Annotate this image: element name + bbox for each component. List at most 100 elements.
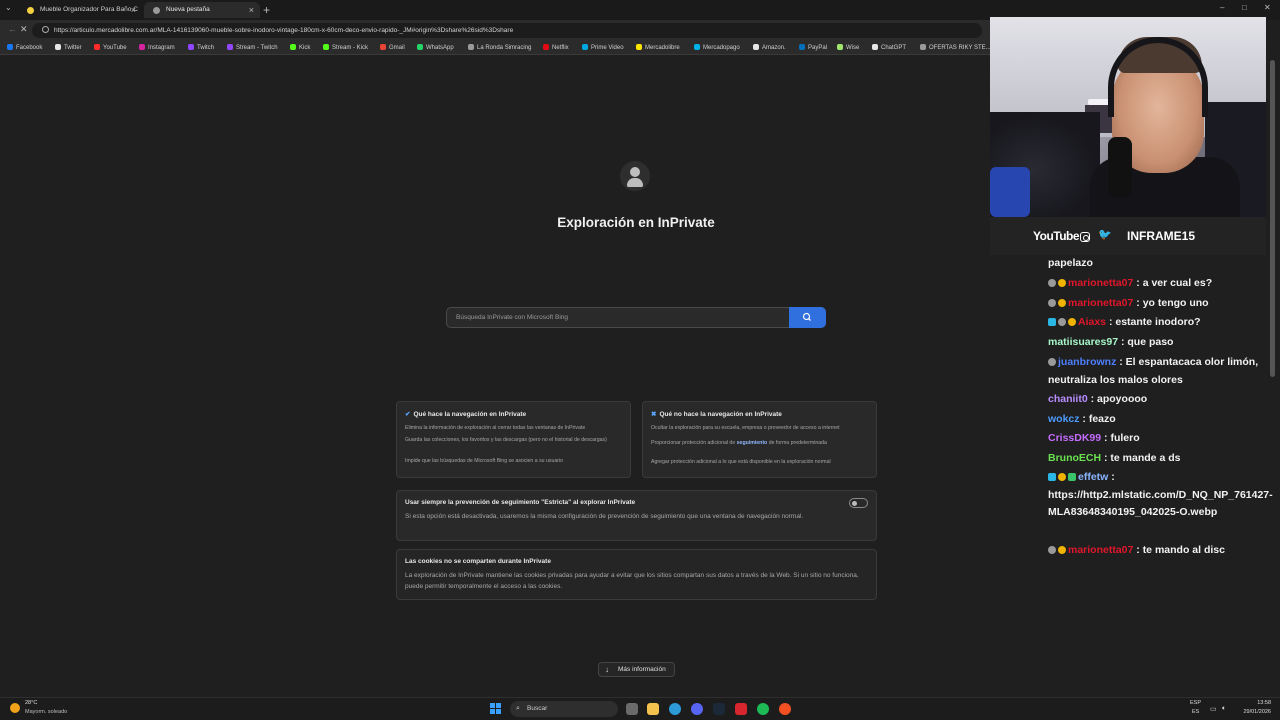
app-icon[interactable] xyxy=(735,703,747,715)
bing-search-box[interactable]: Búsqueda InPrivate con Microsoft Bing xyxy=(446,307,826,328)
bookmark-item[interactable]: La Ronda Simracing xyxy=(468,42,531,54)
arrow-down-icon: ↓ xyxy=(605,665,609,674)
bookmark-item[interactable]: Mercadopago xyxy=(694,42,740,54)
tab-label: Nueva pestaña xyxy=(166,6,210,13)
chat-username[interactable]: Aiaxs xyxy=(1078,316,1106,328)
chat-text: : feazo xyxy=(1079,413,1116,425)
bookmark-label: Facebook xyxy=(16,45,43,51)
windows-taskbar: 28°C Mayorm. soleado ⌕ Buscar ESP ES ▭ 🔈… xyxy=(0,697,1280,720)
bookmark-favicon-icon xyxy=(323,44,329,50)
steam-icon[interactable] xyxy=(713,703,725,715)
chat-username[interactable]: effetw xyxy=(1078,471,1108,483)
chat-username[interactable]: marionetta07 xyxy=(1068,544,1133,556)
bookmark-item[interactable]: Wise xyxy=(837,42,859,54)
weather-description[interactable]: Mayorm. soleado xyxy=(25,709,67,715)
strict-tracking-toggle[interactable] xyxy=(849,498,868,508)
bookmark-item[interactable]: Netflix xyxy=(543,42,569,54)
sun-icon[interactable] xyxy=(10,703,20,713)
bookmark-item[interactable]: Instagram xyxy=(139,42,175,54)
network-icon[interactable]: ▭ xyxy=(1210,705,1217,713)
bookmark-favicon-icon xyxy=(139,44,145,50)
search-button[interactable] xyxy=(789,307,826,328)
bookmark-item[interactable]: WhatsApp xyxy=(417,42,454,54)
volume-icon[interactable]: 🔈︎ xyxy=(1222,705,1226,713)
clock-date[interactable]: 29/01/2026 xyxy=(1235,709,1271,715)
new-tab-button[interactable]: + xyxy=(263,2,270,18)
badge-icon xyxy=(1048,546,1056,554)
obs-icon[interactable] xyxy=(779,703,791,715)
weather-temperature[interactable]: 28°C xyxy=(25,700,37,706)
chat-message: juanbrownz : El espantacaca olor limón, … xyxy=(1048,354,1262,389)
bookmark-label: Mercadopago xyxy=(703,45,740,51)
edge-icon[interactable] xyxy=(669,703,681,715)
chat-username[interactable]: matiisuares97 xyxy=(1048,336,1118,348)
more-info-button[interactable]: ↓ Más información xyxy=(598,662,675,677)
tracking-link[interactable]: seguimiento xyxy=(737,440,768,446)
bookmark-item[interactable]: Facebook xyxy=(7,42,42,54)
bookmark-favicon-icon xyxy=(290,44,296,50)
bookmark-item[interactable]: Twitch xyxy=(188,42,214,54)
start-button[interactable] xyxy=(490,703,502,715)
bookmark-favicon-icon xyxy=(872,44,878,50)
chat-username[interactable]: marionetta07 xyxy=(1068,277,1133,289)
bookmark-item[interactable]: Twitter xyxy=(55,42,82,54)
scrollbar[interactable] xyxy=(1270,60,1275,377)
search-input[interactable]: Búsqueda InPrivate con Microsoft Bing xyxy=(456,308,568,328)
url-text[interactable]: https://articulo.mercadolibre.com.ar/MLA… xyxy=(54,24,513,37)
keyboard-layout[interactable]: ES xyxy=(1192,709,1199,715)
tab-mercadolibre[interactable]: Mueble Organizador Para Baño C × xyxy=(18,2,142,18)
page-title: Exploración en InPrivate xyxy=(557,215,715,230)
keyboard-language[interactable]: ESP xyxy=(1190,700,1201,706)
close-tab-icon[interactable]: × xyxy=(249,2,254,18)
clock-time[interactable]: 13:58 xyxy=(1243,700,1271,706)
spotify-icon[interactable] xyxy=(757,703,769,715)
bookmark-item[interactable]: ChatGPT xyxy=(872,42,906,54)
address-bar[interactable]: https://articulo.mercadolibre.com.ar/MLA… xyxy=(32,23,982,38)
bookmark-label: La Ronda Simracing xyxy=(477,45,532,51)
chat-username[interactable]: wokcz xyxy=(1048,413,1080,425)
bookmark-label: Netflix xyxy=(552,45,569,51)
chat-username[interactable]: CrissDK99 xyxy=(1048,432,1101,444)
bookmark-item[interactable]: Kick xyxy=(290,42,310,54)
bookmark-item[interactable]: Stream - Twitch xyxy=(227,42,278,54)
maximize-icon[interactable]: □ xyxy=(1242,3,1247,12)
bookmark-item[interactable]: OFERTAS RIKY STE... xyxy=(920,42,991,54)
chat-username[interactable]: chaniit0 xyxy=(1048,393,1088,405)
reload-icon[interactable]: ✕ xyxy=(20,24,28,35)
task-view-icon[interactable] xyxy=(626,703,638,715)
tab-label: Mueble Organizador Para Baño C xyxy=(40,6,138,13)
bookmark-item[interactable]: Stream - Kick xyxy=(323,42,368,54)
taskbar-search-label: Buscar xyxy=(527,705,548,712)
does-item: Guarda las colecciones, los favoritos y … xyxy=(405,437,607,443)
site-info-icon[interactable] xyxy=(42,26,49,33)
does-item: Elimina la información de exploración al… xyxy=(405,425,586,431)
bookmark-item[interactable]: Prime Video xyxy=(582,42,624,54)
bookmark-favicon-icon xyxy=(543,44,549,50)
taskbar-search[interactable]: ⌕ Buscar xyxy=(510,701,618,717)
does-item: Impide que las búsquedas de Microsoft Bi… xyxy=(405,458,564,464)
chat-username[interactable]: juanbrownz xyxy=(1058,356,1116,368)
chat-message: marionetta07 : a ver cual es? xyxy=(1048,275,1262,293)
close-tab-icon[interactable]: × xyxy=(131,2,136,18)
minimize-icon[interactable]: – xyxy=(1220,3,1224,12)
back-icon[interactable]: ← xyxy=(8,24,17,34)
bookmark-item[interactable]: Amazon. xyxy=(753,42,786,54)
doesnt-item: Proporcionar protección adicional de seg… xyxy=(651,440,827,446)
mercadolibre-favicon-icon xyxy=(27,7,34,14)
chat-username[interactable]: BrunoECH xyxy=(1048,452,1101,464)
bookmark-label: Mercadolibre xyxy=(645,45,680,51)
chat-username[interactable]: marionetta07 xyxy=(1068,297,1133,309)
file-explorer-icon[interactable] xyxy=(647,703,659,715)
discord-icon[interactable] xyxy=(691,703,703,715)
tab-actions-icon[interactable]: ⌄ xyxy=(5,3,12,12)
bookmark-item[interactable]: YouTube xyxy=(94,42,127,54)
close-window-icon[interactable]: ✕ xyxy=(1264,3,1271,12)
navigation-bar: ← ✕ https://articulo.mercadolibre.com.ar… xyxy=(0,20,990,41)
tab-new-tab[interactable]: Nueva pestaña × xyxy=(144,2,260,18)
bookmark-item[interactable]: Mercadolibre xyxy=(636,42,680,54)
bookmark-item[interactable]: Gmail xyxy=(380,42,405,54)
bookmark-favicon-icon xyxy=(837,44,843,50)
bookmark-item[interactable]: PayPal xyxy=(799,42,827,54)
badge-icon xyxy=(1058,318,1066,326)
badge-icon xyxy=(1048,473,1056,481)
